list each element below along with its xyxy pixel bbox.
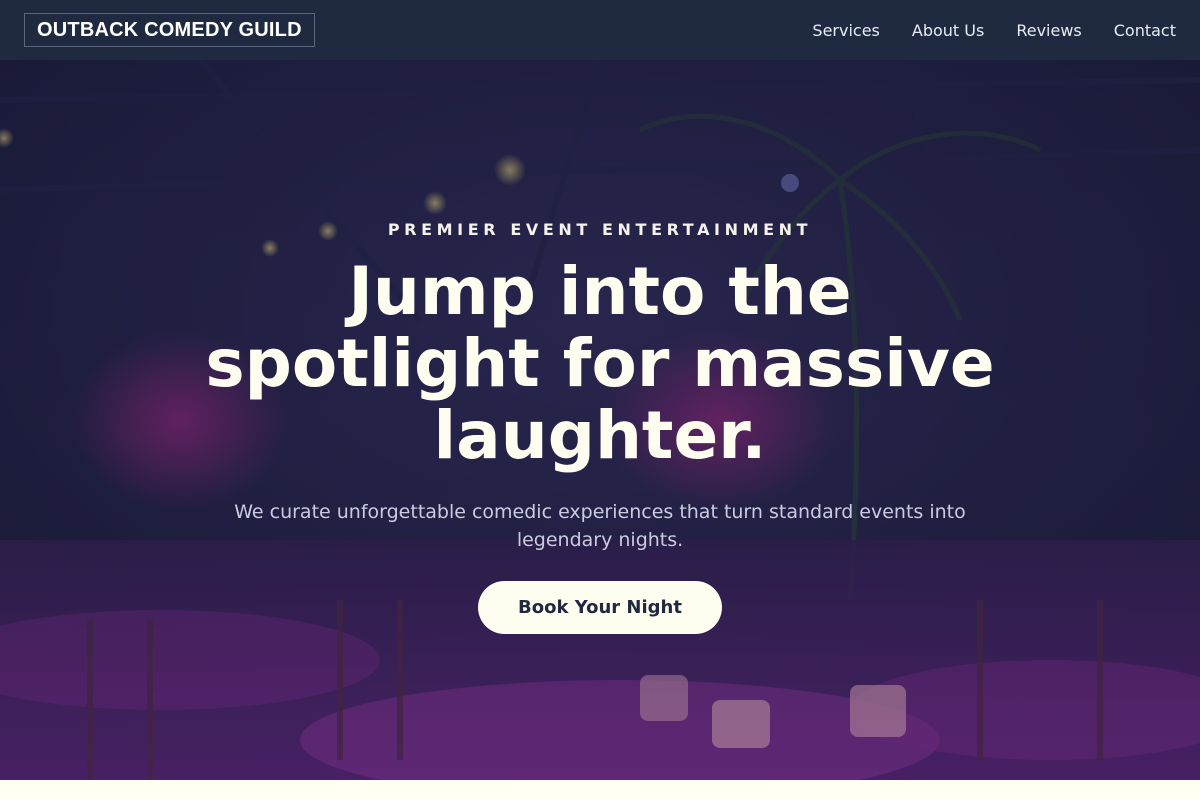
nav-link-about-us[interactable]: About Us xyxy=(912,21,984,40)
hero-section: PREMIER EVENT ENTERTAINMENT Jump into th… xyxy=(0,60,1200,780)
hero-headline: Jump into the spotlight for massive laug… xyxy=(205,253,995,474)
book-your-night-button[interactable]: Book Your Night xyxy=(478,581,722,634)
main-nav: Services About Us Reviews Contact xyxy=(812,21,1176,40)
hero-eyebrow: PREMIER EVENT ENTERTAINMENT xyxy=(387,220,813,239)
nav-link-contact[interactable]: Contact xyxy=(1114,21,1176,40)
site-header: OUTBACK COMEDY GUILD Services About Us R… xyxy=(0,0,1200,60)
next-section-edge xyxy=(0,780,1200,800)
nav-link-services[interactable]: Services xyxy=(812,21,879,40)
site-logo[interactable]: OUTBACK COMEDY GUILD xyxy=(24,13,315,47)
nav-link-reviews[interactable]: Reviews xyxy=(1016,21,1081,40)
hero-content: PREMIER EVENT ENTERTAINMENT Jump into th… xyxy=(0,60,1200,780)
hero-subtitle: We curate unforgettable comedic experien… xyxy=(234,501,966,551)
